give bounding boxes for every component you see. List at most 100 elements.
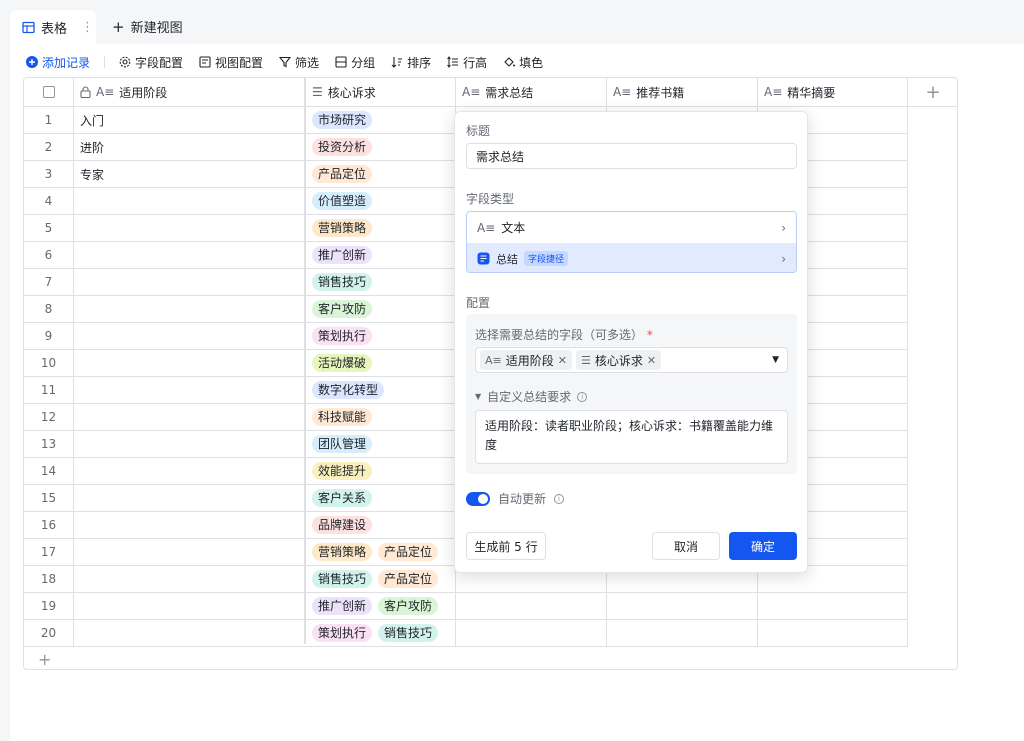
info-icon[interactable]: i (577, 391, 588, 402)
core-cell[interactable]: 策划执行 销售技巧 (306, 620, 456, 646)
select-all-checkbox[interactable] (42, 86, 55, 98)
stage-cell[interactable] (74, 323, 304, 349)
field-config-button[interactable]: 字段配置 (119, 54, 183, 71)
tag: 产品定位 (312, 165, 373, 183)
core-cell[interactable]: 营销策略 产品定位 (306, 539, 456, 565)
core-cell[interactable]: 市场研究 (306, 107, 456, 133)
confirm-button[interactable]: 确定 (729, 532, 797, 560)
stage-cell[interactable] (74, 512, 304, 538)
table-row[interactable]: 20 策划执行 销售技巧 (24, 620, 908, 647)
stage-cell[interactable] (74, 377, 304, 403)
filter-button[interactable]: 筛选 (279, 54, 319, 71)
row-number: 19 (24, 593, 74, 619)
books-cell[interactable] (607, 593, 758, 619)
core-cell[interactable]: 客户关系 (306, 485, 456, 511)
summary-cell[interactable] (456, 593, 607, 619)
stage-cell[interactable] (74, 188, 304, 214)
config-section: 选择需要总结的字段（可多选） * A≡ 适用阶段 ✕ ☰ 核心诉求 ✕ ▼ ▼ … (466, 314, 797, 474)
type-option-summary[interactable]: 总结 字段捷径 › (467, 243, 796, 272)
sort-button[interactable]: 排序 (391, 54, 431, 71)
column-header-summary[interactable]: A≡ 需求总结 (456, 78, 607, 107)
core-cell[interactable]: 推广创新 (306, 242, 456, 268)
stage-cell[interactable] (74, 296, 304, 322)
stage-cell[interactable] (74, 566, 304, 592)
row-height-label: 行高 (463, 55, 488, 70)
tag: 活动爆破 (312, 354, 373, 372)
text-field-icon: A≡ (477, 220, 496, 235)
core-cell[interactable]: 效能提升 (306, 458, 456, 484)
core-cell[interactable]: 产品定位 (306, 161, 456, 187)
core-cell[interactable]: 价值塑造 (306, 188, 456, 214)
core-cell[interactable]: 客户攻防 (306, 296, 456, 322)
stage-cell[interactable] (74, 242, 304, 268)
row-number: 16 (24, 512, 74, 538)
info-icon[interactable]: i (554, 493, 565, 504)
more-icon[interactable]: ⋮ (81, 20, 94, 35)
core-cell[interactable]: 销售技巧 产品定位 (306, 566, 456, 592)
digest-cell[interactable] (758, 593, 908, 619)
tag: 投资分析 (312, 138, 373, 156)
view-config-label: 视图配置 (215, 55, 264, 70)
new-view-button[interactable]: + 新建视图 (112, 17, 183, 37)
core-cell[interactable]: 投资分析 (306, 134, 456, 160)
stage-cell[interactable] (74, 431, 304, 457)
stage-cell[interactable]: 入门 (74, 107, 304, 133)
core-cell[interactable]: 科技赋能 (306, 404, 456, 430)
view-config-button[interactable]: 视图配置 (199, 54, 263, 71)
core-cell[interactable]: 团队管理 (306, 431, 456, 457)
stage-cell[interactable]: 专家 (74, 161, 304, 187)
custom-requirement-toggle[interactable]: ▼ 自定义总结要求 i (475, 388, 588, 405)
stage-cell[interactable] (74, 593, 304, 619)
core-cell[interactable]: 策划执行 (306, 323, 456, 349)
group-icon (335, 56, 347, 68)
caret-down-icon[interactable]: ▼ (772, 355, 779, 365)
shortcut-badge: 字段捷径 (524, 251, 569, 266)
digest-cell[interactable] (758, 620, 908, 646)
stage-cell[interactable] (74, 539, 304, 565)
title-input[interactable]: 需求总结 (466, 143, 797, 169)
type-text-label: 文本 (501, 221, 526, 235)
group-button[interactable]: 分组 (335, 54, 375, 71)
row-height-button[interactable]: 行高 (447, 54, 487, 71)
stage-cell[interactable] (74, 269, 304, 295)
stage-cell[interactable] (74, 620, 304, 646)
column-header-digest[interactable]: A≡ 精华摘要 (758, 78, 908, 107)
column-title: 需求总结 (485, 85, 534, 100)
add-row-button[interactable]: + (38, 650, 51, 669)
tag: 效能提升 (312, 462, 373, 480)
column-header-books[interactable]: A≡ 推荐书籍 (607, 78, 758, 107)
stage-cell[interactable] (74, 404, 304, 430)
type-option-text[interactable]: A≡ 文本 › (467, 212, 796, 243)
close-icon[interactable]: ✕ (647, 354, 656, 367)
tab-table[interactable]: 表格 ⋮ (10, 10, 96, 44)
core-cell[interactable]: 品牌建设 (306, 512, 456, 538)
stage-cell[interactable] (74, 350, 304, 376)
summary-cell[interactable] (456, 620, 607, 646)
tag: 策划执行 (312, 327, 373, 345)
core-cell[interactable]: 营销策略 (306, 215, 456, 241)
row-number: 5 (24, 215, 74, 241)
core-cell[interactable]: 数字化转型 (306, 377, 456, 403)
stage-cell[interactable] (74, 485, 304, 511)
tag: 科技赋能 (312, 408, 373, 426)
table-row[interactable]: 19 推广创新 客户攻防 (24, 593, 908, 620)
add-record-button[interactable]: 添加记录 (26, 54, 90, 71)
stage-cell[interactable] (74, 215, 304, 241)
tag: 销售技巧 (312, 570, 373, 588)
books-cell[interactable] (607, 620, 758, 646)
fields-multiselect[interactable]: A≡ 适用阶段 ✕ ☰ 核心诉求 ✕ ▼ (475, 347, 788, 373)
core-cell[interactable]: 销售技巧 (306, 269, 456, 295)
fill-color-button[interactable]: 填色 (503, 54, 543, 71)
auto-update-switch[interactable] (466, 491, 490, 506)
column-header-stage[interactable]: A≡ 适用阶段 (74, 78, 304, 107)
custom-requirement-textarea[interactable]: 适用阶段：读者职业阶段；核心诉求：书籍覆盖能力维度 (475, 410, 788, 464)
close-icon[interactable]: ✕ (558, 354, 567, 367)
add-column-button[interactable]: + (908, 78, 957, 107)
core-cell[interactable]: 推广创新 客户攻防 (306, 593, 456, 619)
column-header-core[interactable]: ☰ 核心诉求 (306, 78, 456, 107)
core-cell[interactable]: 活动爆破 (306, 350, 456, 376)
stage-cell[interactable]: 进阶 (74, 134, 304, 160)
cancel-button[interactable]: 取消 (652, 532, 720, 560)
stage-cell[interactable] (74, 458, 304, 484)
generate-preview-button[interactable]: 生成前 5 行 (466, 532, 546, 560)
